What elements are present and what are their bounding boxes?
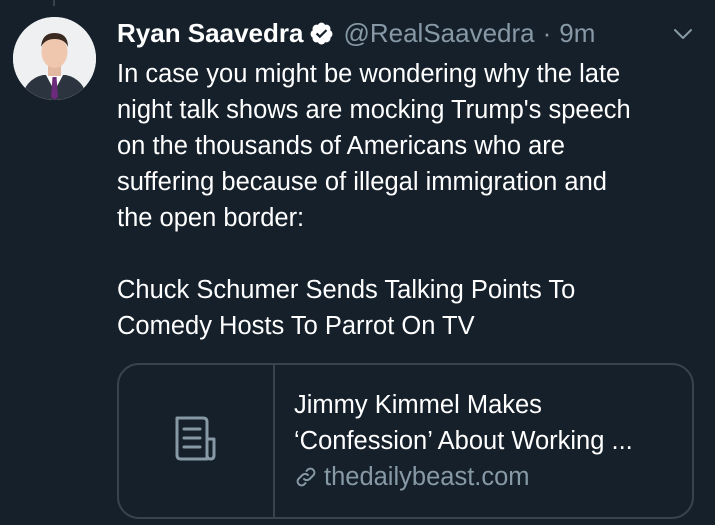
card-title-line-2: ‘Confession’ About Working ... <box>294 427 633 455</box>
tweet-body-text: In case you might be wondering why the l… <box>117 60 631 340</box>
author-display-name[interactable]: Ryan Saavedra <box>117 18 303 49</box>
avatar[interactable] <box>13 17 96 100</box>
thread-connector-line <box>53 0 55 6</box>
tweet-timestamp[interactable]: 9m <box>559 18 595 49</box>
author-handle[interactable]: @RealSaavedra <box>343 18 534 49</box>
card-body: Jimmy Kimmel Makes ‘Confession’ About Wo… <box>275 365 692 517</box>
chevron-down-icon[interactable] <box>671 22 695 46</box>
card-domain-text: thedailybeast.com <box>324 463 530 491</box>
document-icon <box>170 413 222 470</box>
card-title-line-1: Jimmy Kimmel Makes <box>294 391 542 419</box>
card-domain: thedailybeast.com <box>294 459 692 495</box>
link-preview-card[interactable]: Jimmy Kimmel Makes ‘Confession’ About Wo… <box>117 363 694 519</box>
link-icon <box>294 465 318 489</box>
tweet-header: Ryan Saavedra @RealSaavedra · 9m <box>117 14 695 52</box>
card-thumbnail <box>119 365 275 517</box>
verified-badge-icon <box>309 21 334 46</box>
header-separator: · <box>542 17 552 48</box>
